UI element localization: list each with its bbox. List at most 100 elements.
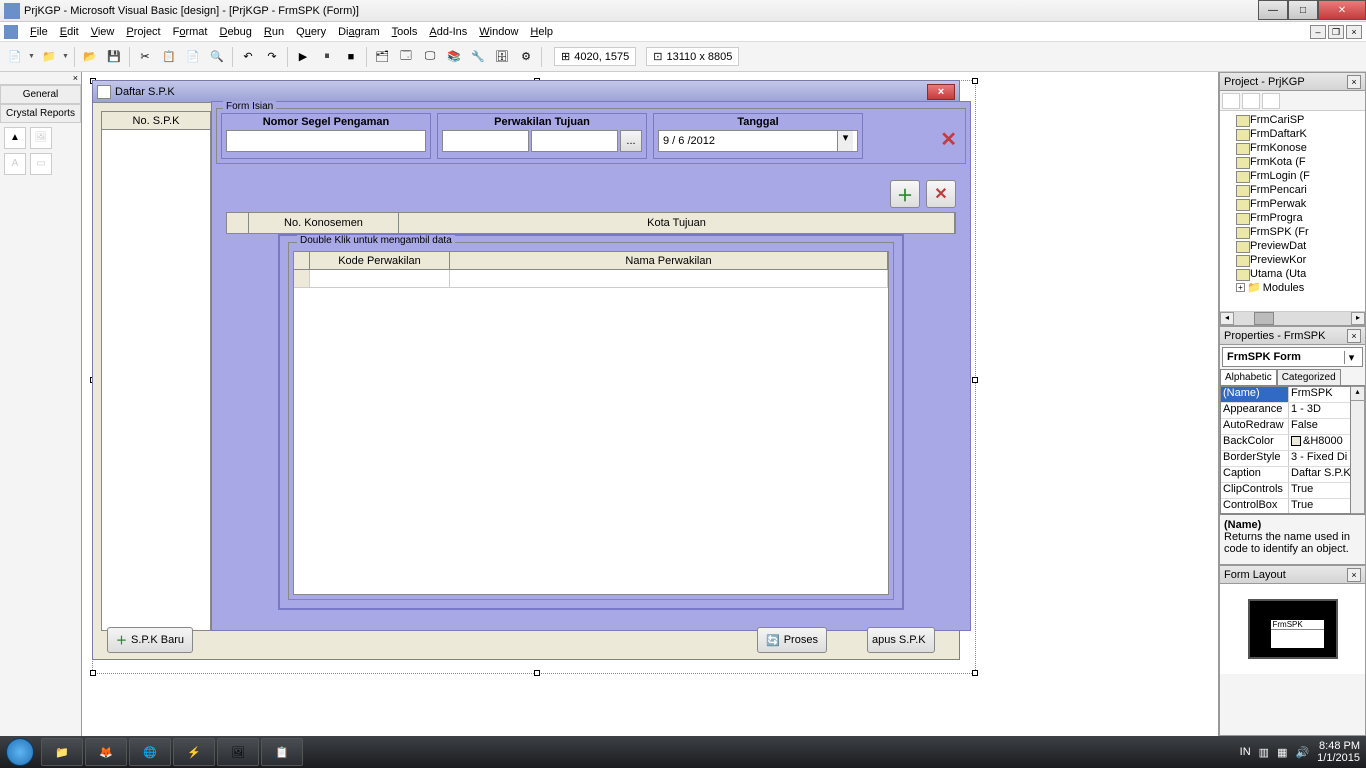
form-layout-close[interactable]: × xyxy=(1347,568,1361,582)
properties-grid[interactable]: (Name)FrmSPKAppearance1 - 3DAutoRedrawFa… xyxy=(1220,386,1351,514)
tb-data-view[interactable]: 🗄 xyxy=(491,46,513,68)
tool-label[interactable]: A xyxy=(4,153,26,175)
property-row[interactable]: ControlBoxTrue xyxy=(1221,499,1350,514)
panel-close-icon[interactable]: ✕ xyxy=(940,127,957,152)
menu-edit[interactable]: Edit xyxy=(54,24,85,40)
toolbox-close[interactable]: × xyxy=(0,72,81,85)
tree-item[interactable]: FrmCariSP xyxy=(1222,113,1363,127)
hapus-button[interactable]: apus S.P.K xyxy=(867,627,935,653)
property-row[interactable]: ClipControlsTrue xyxy=(1221,483,1350,499)
layout-canvas[interactable]: FrmSPK xyxy=(1220,584,1365,674)
menu-debug[interactable]: Debug xyxy=(213,24,257,40)
tb-component[interactable]: ⚙ xyxy=(515,46,537,68)
property-row[interactable]: BackColor&H8000 xyxy=(1221,435,1350,451)
add-button[interactable]: ＋ xyxy=(890,180,920,208)
task-chrome[interactable]: 🌐 xyxy=(129,738,171,766)
project-tree[interactable]: FrmCariSPFrmDaftarKFrmKonoseFrmKota (FFr… xyxy=(1220,111,1365,311)
property-row[interactable]: AutoRedrawFalse xyxy=(1221,419,1350,435)
view-object-button[interactable] xyxy=(1242,93,1260,109)
design-surface[interactable]: Daftar S.P.K × No. S.P.K Form Isian Nomo… xyxy=(82,72,1218,736)
mdi-minimize[interactable]: – xyxy=(1310,25,1326,39)
tree-item[interactable]: FrmKota (F xyxy=(1222,155,1363,169)
vbform-window[interactable]: Daftar S.P.K × No. S.P.K Form Isian Nomo… xyxy=(92,80,960,660)
tab-alphabetic[interactable]: Alphabetic xyxy=(1220,369,1277,385)
tree-item[interactable]: FrmProgra xyxy=(1222,211,1363,225)
vbform-titlebar[interactable]: Daftar S.P.K × xyxy=(93,81,959,103)
toolbox-tab-crystal[interactable]: Crystal Reports xyxy=(0,104,81,123)
tb-properties[interactable]: 🗔 xyxy=(395,46,417,68)
menu-view[interactable]: View xyxy=(85,24,121,40)
tb-add-project[interactable]: 📁 xyxy=(38,46,60,68)
tb-run[interactable]: ▶ xyxy=(292,46,314,68)
proses-button[interactable]: 🔄 Proses xyxy=(757,627,827,653)
property-row[interactable]: CaptionDaftar S.P.K xyxy=(1221,467,1350,483)
tb-pause[interactable]: ⏸ xyxy=(316,46,338,68)
tb-add-form[interactable]: 📄 xyxy=(4,46,26,68)
menu-tools[interactable]: Tools xyxy=(386,24,424,40)
property-row[interactable]: Appearance1 - 3D xyxy=(1221,403,1350,419)
mdi-close[interactable]: × xyxy=(1346,25,1362,39)
tree-item[interactable]: PreviewDat xyxy=(1222,239,1363,253)
spk-baru-button[interactable]: ＋ S.P.K Baru xyxy=(107,627,193,653)
task-winamp[interactable]: ⚡ xyxy=(173,738,215,766)
tree-item[interactable]: PreviewKor xyxy=(1222,253,1363,267)
menu-file[interactable]: File xyxy=(24,24,54,40)
mini-form[interactable]: FrmSPK xyxy=(1270,619,1325,649)
task-firefox[interactable]: 🦊 xyxy=(85,738,127,766)
input-perwakilan-1[interactable] xyxy=(442,130,529,152)
close-button[interactable]: ✕ xyxy=(1318,0,1366,20)
tool-frame[interactable]: ▭ xyxy=(30,153,52,175)
property-row[interactable]: BorderStyle3 - Fixed Di xyxy=(1221,451,1350,467)
menu-diagram[interactable]: Diagram xyxy=(332,24,386,40)
tb-copy[interactable]: 📋 xyxy=(158,46,180,68)
browse-button[interactable]: ... xyxy=(620,130,642,152)
date-dropdown[interactable]: ▾ xyxy=(837,131,853,151)
object-selector[interactable]: FrmSPK Form ▾ xyxy=(1222,347,1363,367)
form-close-button[interactable]: × xyxy=(927,84,955,100)
delete-button[interactable]: ✕ xyxy=(926,180,956,208)
menu-addins[interactable]: Add-Ins xyxy=(423,24,473,40)
scroll-track[interactable] xyxy=(1234,312,1351,325)
tb-project-explorer[interactable]: 🗂 xyxy=(371,46,393,68)
task-explorer[interactable]: 📁 xyxy=(41,738,83,766)
tb-cut[interactable]: ✂ xyxy=(134,46,156,68)
task-vb[interactable]: 📋 xyxy=(261,738,303,766)
maximize-button[interactable]: □ xyxy=(1288,0,1318,20)
tree-item[interactable]: FrmLogin (F xyxy=(1222,169,1363,183)
start-button[interactable] xyxy=(0,736,40,768)
toggle-folders-button[interactable] xyxy=(1262,93,1280,109)
property-row[interactable]: (Name)FrmSPK xyxy=(1221,387,1350,403)
tree-item[interactable]: FrmPerwak xyxy=(1222,197,1363,211)
input-perwakilan-2[interactable] xyxy=(531,130,618,152)
menu-format[interactable]: Format xyxy=(167,24,214,40)
tb-undo[interactable]: ↶ xyxy=(237,46,259,68)
spk-list[interactable]: No. S.P.K xyxy=(101,111,211,631)
scroll-left[interactable]: ◂ xyxy=(1220,312,1234,325)
tb-toolbox[interactable]: 🔧 xyxy=(467,46,489,68)
menu-help[interactable]: Help xyxy=(524,24,559,40)
task-app1[interactable]: 🖼 xyxy=(217,738,259,766)
tray-network-icon[interactable]: ▦ xyxy=(1277,746,1287,759)
scroll-thumb[interactable] xyxy=(1254,312,1274,325)
grid-konosemen[interactable]: No. Konosemen Kota Tujuan xyxy=(226,212,956,234)
tb-paste[interactable]: 📄 xyxy=(182,46,204,68)
tree-item[interactable]: FrmPencari xyxy=(1222,183,1363,197)
project-panel-close[interactable]: × xyxy=(1347,75,1361,89)
mdi-restore[interactable]: ❐ xyxy=(1328,25,1344,39)
minimize-button[interactable]: — xyxy=(1258,0,1288,20)
tree-item[interactable]: Utama (Uta xyxy=(1222,267,1363,281)
tree-item[interactable]: FrmKonose xyxy=(1222,141,1363,155)
tb-open[interactable]: 📂 xyxy=(79,46,101,68)
tb-redo[interactable]: ↷ xyxy=(261,46,283,68)
tree-folder-modules[interactable]: + 📁 Modules xyxy=(1222,281,1363,294)
tb-find[interactable]: 🔍 xyxy=(206,46,228,68)
tab-categorized[interactable]: Categorized xyxy=(1277,369,1341,385)
language-indicator[interactable]: IN xyxy=(1240,746,1251,758)
tray-volume-icon[interactable]: 🔊 xyxy=(1295,746,1309,759)
input-nomor-segel[interactable] xyxy=(226,130,426,152)
menu-project[interactable]: Project xyxy=(120,24,166,40)
tray-clock[interactable]: 8:48 PM 1/1/2015 xyxy=(1317,740,1360,764)
perwakilan-grid[interactable]: Kode Perwakilan Nama Perwakilan xyxy=(293,251,889,595)
tree-item[interactable]: FrmDaftarK xyxy=(1222,127,1363,141)
tb-object-browser[interactable]: 📚 xyxy=(443,46,465,68)
